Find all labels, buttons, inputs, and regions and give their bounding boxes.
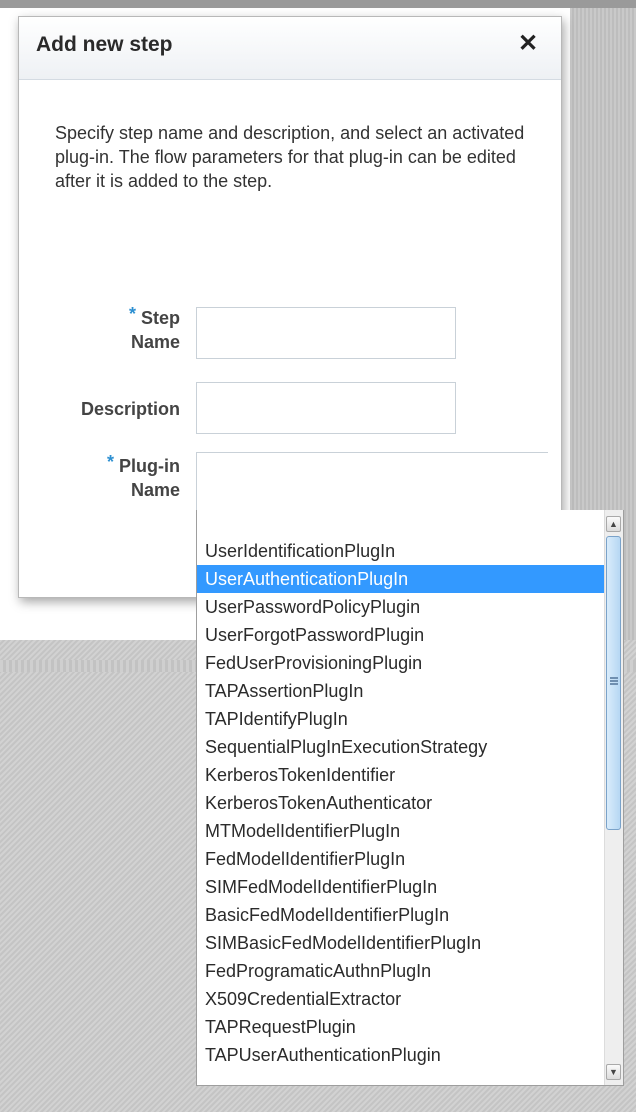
dropdown-option[interactable]: TAPIdentifyPlugIn xyxy=(197,705,607,733)
plugin-dropdown-list[interactable]: UserIdentificationPlugIn UserAuthenticati… xyxy=(196,510,624,1086)
background-top-band xyxy=(0,0,636,8)
dropdown-option[interactable]: UserPasswordPolicyPlugin xyxy=(197,593,607,621)
dropdown-option[interactable]: UserIdentificationPlugIn xyxy=(197,537,607,565)
dropdown-option[interactable]: UserForgotPasswordPlugin xyxy=(197,621,607,649)
plugin-name-select[interactable] xyxy=(196,452,548,510)
dropdown-option[interactable]: TAPAssertionPlugIn xyxy=(197,677,607,705)
grip-icon xyxy=(610,677,618,685)
plugin-name-label-line1: Plug-in xyxy=(119,456,180,476)
dropdown-option[interactable]: SIMBasicFedModelIdentifierPlugIn xyxy=(197,929,607,957)
scroll-thumb[interactable] xyxy=(606,536,621,830)
dropdown-option[interactable]: KerberosTokenAuthenticator xyxy=(197,789,607,817)
dropdown-option[interactable]: MTModelIdentifierPlugIn xyxy=(197,817,607,845)
description-label: Description xyxy=(80,399,180,419)
plugin-name-label-line2: Name xyxy=(130,480,180,500)
dropdown-option[interactable]: FedModelIdentifierPlugIn xyxy=(197,845,607,873)
step-name-label: * Step Name xyxy=(10,304,180,354)
close-icon[interactable]: ✕ xyxy=(515,31,541,57)
dropdown-scrollbar[interactable]: ▲ ▼ xyxy=(604,510,623,1085)
dropdown-option[interactable]: FedUserProvisioningPlugin xyxy=(197,649,607,677)
description-input[interactable] xyxy=(196,382,456,434)
dropdown-option[interactable]: SequentialPlugInExecutionStrategy xyxy=(197,733,607,761)
step-name-label-line1: Step xyxy=(140,308,180,328)
dropdown-option[interactable]: FedProgramaticAuthnPlugIn xyxy=(197,957,607,985)
dropdown-option[interactable]: X509CredentialExtractor xyxy=(197,985,607,1013)
scroll-down-icon[interactable]: ▼ xyxy=(606,1064,621,1080)
dialog-instructions: Specify step name and description, and s… xyxy=(55,123,525,191)
dropdown-option[interactable]: KerberosTokenIdentifier xyxy=(197,761,607,789)
dropdown-option[interactable]: TAPRequestPlugin xyxy=(197,1013,607,1041)
dialog-header: Add new step ✕ xyxy=(19,17,561,80)
dropdown-option[interactable]: TAPUserAuthenticationPlugin xyxy=(197,1041,607,1069)
plugin-name-label: * Plug-in Name xyxy=(10,452,180,502)
step-name-input[interactable] xyxy=(196,307,456,359)
dropdown-options: UserIdentificationPlugIn UserAuthenticati… xyxy=(197,537,607,1069)
dropdown-option[interactable]: UserAuthenticationPlugIn xyxy=(197,565,607,593)
scroll-up-icon[interactable]: ▲ xyxy=(606,516,621,532)
dialog-title: Add new step xyxy=(36,33,173,56)
dropdown-option[interactable]: SIMFedModelIdentifierPlugIn xyxy=(197,873,607,901)
required-indicator: * xyxy=(128,304,136,324)
step-name-label-line2: Name xyxy=(130,332,180,352)
dropdown-option[interactable]: BasicFedModelIdentifierPlugIn xyxy=(197,901,607,929)
required-indicator: * xyxy=(106,452,114,472)
